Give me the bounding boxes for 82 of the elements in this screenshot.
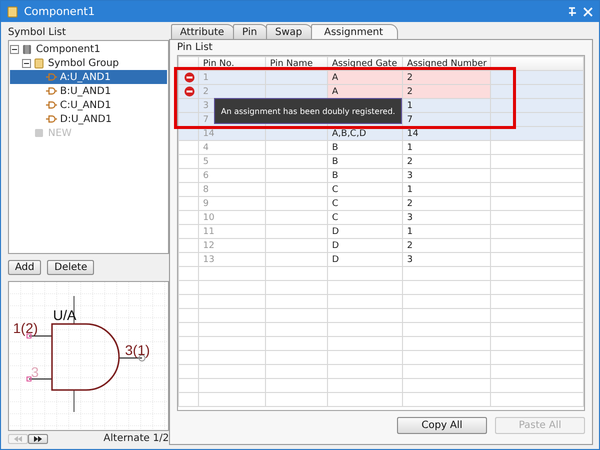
table-cell: 2 xyxy=(198,84,266,98)
table-cell: C xyxy=(328,210,402,224)
pin-label: 3 xyxy=(31,364,39,380)
tree-item[interactable]: C:U_AND1 xyxy=(10,98,167,112)
table-cell: 3 xyxy=(402,210,490,224)
table-cell: 9 xyxy=(198,196,266,210)
table-cell: 7 xyxy=(402,112,490,126)
table-cell: 3 xyxy=(402,252,490,266)
table-cell: D xyxy=(328,238,402,252)
component-icon xyxy=(7,6,18,18)
gate-icon xyxy=(46,72,57,82)
table-cell: B xyxy=(328,140,402,154)
tab[interactable]: Attribute xyxy=(171,24,236,39)
collapse-icon xyxy=(22,58,31,68)
table-cell: B xyxy=(328,154,402,168)
tab[interactable]: Swap xyxy=(266,24,314,39)
table-cell: 2 xyxy=(402,196,490,210)
table-cell: 2 xyxy=(402,238,490,252)
table-cell: 1 xyxy=(402,224,490,238)
add-button[interactable]: Add xyxy=(8,260,42,275)
table-cell: 4 xyxy=(198,140,266,154)
table-cell: 1 xyxy=(402,182,490,196)
page-indicator: Alternate 1/2 xyxy=(104,433,169,444)
table-cell: D xyxy=(328,252,402,266)
fast-forward-icon xyxy=(33,434,43,442)
tree-item[interactable]: A:U_AND1 xyxy=(10,70,167,84)
table-cell: B xyxy=(328,168,402,182)
tree-item[interactable]: Component1 xyxy=(10,42,167,56)
panel-label: Pin List xyxy=(177,42,214,53)
table-row[interactable]: 10 C 3 xyxy=(178,210,584,224)
table-cell: 10 xyxy=(198,210,266,224)
pin-label: 1(2) xyxy=(13,320,38,336)
table-cell: 3 xyxy=(402,168,490,182)
square-icon xyxy=(34,128,45,138)
table-row[interactable]: 6 B 3 xyxy=(178,168,584,182)
table-cell: 2 xyxy=(402,70,490,84)
pin-label: 3(1) xyxy=(125,342,150,358)
table-row[interactable]: 5 B 2 xyxy=(178,154,584,168)
gate-icon xyxy=(46,86,57,96)
close-icon[interactable] xyxy=(583,6,593,16)
next-button[interactable] xyxy=(28,434,48,444)
tree-item[interactable]: D:U_AND1 xyxy=(10,112,167,126)
table-cell: 1 xyxy=(198,70,266,84)
tab[interactable]: Assignment xyxy=(311,24,398,39)
table-cell: C xyxy=(328,196,402,210)
table-row[interactable]: 12 D 2 xyxy=(178,238,584,252)
table-cell: 8 xyxy=(198,182,266,196)
panel-label: Symbol List xyxy=(8,27,67,38)
table-row[interactable]: 9 C 2 xyxy=(178,196,584,210)
tab[interactable]: Pin xyxy=(233,24,268,39)
table-cell: 6 xyxy=(198,168,266,182)
table-cell: 13 xyxy=(198,252,266,266)
gate-icon xyxy=(46,100,57,110)
table-row[interactable]: 14 A,B,C,D 14 xyxy=(178,126,584,140)
table-cell: 1 xyxy=(402,140,490,154)
gate-icon xyxy=(46,114,57,124)
table-row[interactable]: 4 B 1 xyxy=(178,140,584,154)
table-row[interactable]: 11 D 1 xyxy=(178,224,584,238)
rewind-icon xyxy=(13,434,23,442)
table-cell: A xyxy=(328,70,402,84)
pin-icon[interactable] xyxy=(567,6,577,17)
table-row[interactable]: 1 A 2 xyxy=(178,70,584,84)
error-tooltip: An assignment has been doubly registered. xyxy=(214,98,402,124)
table-cell: A xyxy=(328,84,402,98)
chip-icon xyxy=(22,44,33,54)
table-row[interactable]: 13 D 3 xyxy=(178,252,584,266)
delete-button[interactable]: Delete xyxy=(47,260,94,275)
table-cell: D xyxy=(328,224,402,238)
table-cell: 5 xyxy=(198,154,266,168)
window-title: Component1 xyxy=(24,5,96,18)
table-cell: C xyxy=(328,182,402,196)
table-cell: 2 xyxy=(402,84,490,98)
folder-icon xyxy=(34,58,45,68)
tree-item[interactable]: Symbol Group xyxy=(10,56,167,70)
table-cell: 11 xyxy=(198,224,266,238)
table-cell: 1 xyxy=(402,98,490,112)
table-cell: 12 xyxy=(198,238,266,252)
table-row[interactable]: 8 C 1 xyxy=(178,182,584,196)
copy-all-button[interactable]: Copy All xyxy=(397,417,487,434)
tree-item[interactable]: B:U_AND1 xyxy=(10,84,167,98)
table-cell: 2 xyxy=(402,154,490,168)
table-row[interactable]: 2 A 2 xyxy=(178,84,584,98)
